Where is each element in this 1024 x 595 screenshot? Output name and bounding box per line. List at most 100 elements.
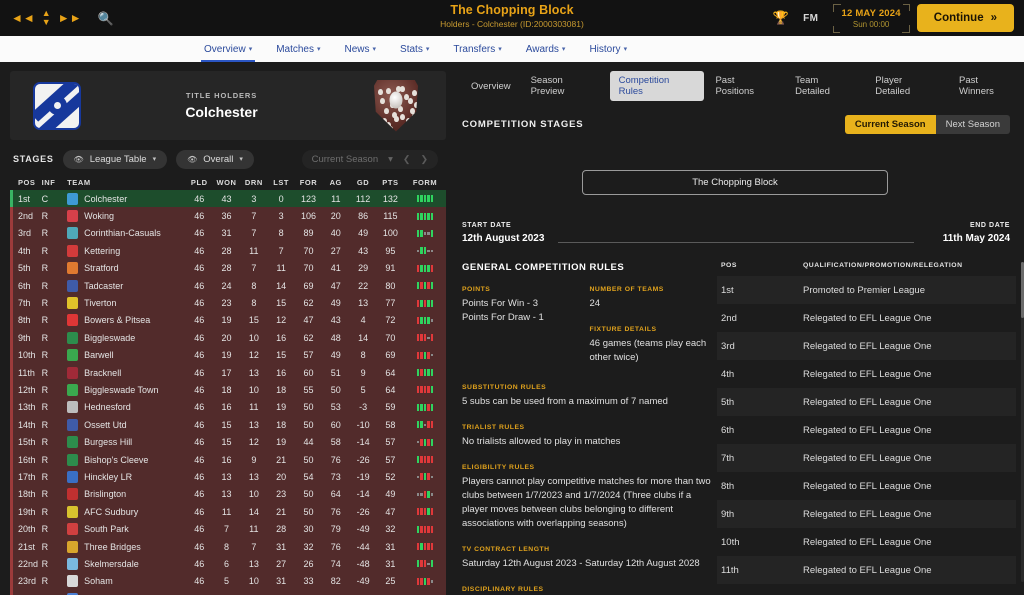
column-header-gd[interactable]: GD: [349, 178, 376, 187]
club-badge-icon: [67, 314, 79, 327]
view-selector-dropdown[interactable]: 👁 League Table ▾: [62, 149, 168, 169]
trophy-icon[interactable]: 🏆: [773, 10, 789, 26]
table-row[interactable]: 22nd R Skelmersdale 46 6 13 27 26 74 -48 31: [10, 555, 446, 573]
column-header-team[interactable]: TEAM: [67, 178, 185, 187]
nav-item-awards[interactable]: Awards ▾: [514, 36, 578, 62]
up-down-icon[interactable]: ▲ ▼: [42, 9, 51, 27]
cell-team[interactable]: Corinthian-Casuals: [67, 227, 185, 240]
cell-team[interactable]: Bishop's Cleeve: [67, 453, 185, 466]
table-row[interactable]: 23rd R Soham 46 5 10 31 33 82 -49 25: [10, 572, 446, 591]
chevron-down-icon[interactable]: ▾: [388, 154, 393, 165]
nav-item-matches[interactable]: Matches ▾: [264, 36, 332, 62]
table-row[interactable]: 15th R Burgess Hill 46 15 12 19 44 58 -14 57: [10, 433, 446, 452]
column-header-pts[interactable]: PTS: [377, 178, 404, 187]
column-header-for[interactable]: FOR: [295, 178, 322, 187]
cell-team[interactable]: AFC Sudbury: [67, 505, 185, 518]
cell-team[interactable]: Burgess Hill: [67, 436, 185, 449]
cell-team[interactable]: Tiverton: [67, 297, 185, 310]
cell-team[interactable]: Ossett Utd: [67, 418, 185, 431]
cell-team[interactable]: South Park: [67, 523, 185, 536]
tab-player-detailed[interactable]: Player Detailed: [866, 71, 948, 101]
rewind-icon[interactable]: ◄◄: [11, 12, 35, 24]
cell-pld: 46: [194, 315, 205, 326]
scope-selector-dropdown[interactable]: 👁 Overall ▾: [176, 149, 254, 169]
tab-past-winners[interactable]: Past Winners: [950, 71, 1024, 101]
nav-item-history[interactable]: History ▾: [577, 36, 639, 62]
nav-item-label: Stats: [400, 43, 423, 55]
cell-drn: 13: [248, 471, 259, 482]
cell-team[interactable]: Brislington: [67, 488, 185, 501]
column-header-form[interactable]: FORM: [404, 174, 446, 190]
column-header-ag[interactable]: AG: [322, 178, 349, 187]
cell-info: R: [41, 315, 49, 326]
cell-team[interactable]: Soham: [67, 575, 185, 588]
next-season-button[interactable]: Next Season: [935, 115, 1010, 134]
cell-team[interactable]: Barwell: [67, 349, 185, 362]
cell-team[interactable]: Hednesford: [67, 401, 185, 414]
column-header-lst[interactable]: LST: [268, 178, 295, 187]
tab-overview[interactable]: Overview: [462, 77, 520, 96]
cell-team[interactable]: Tadcaster: [67, 279, 185, 292]
table-row[interactable]: 6th R Tadcaster 46 24 8 14 69 47 22 80: [10, 276, 446, 295]
cell-team[interactable]: Bowers & Pitsea: [67, 314, 185, 327]
cell-team[interactable]: Skelmersdale: [67, 557, 185, 570]
nav-item-overview[interactable]: Overview ▾: [192, 36, 264, 62]
tab-past-positions[interactable]: Past Positions: [706, 71, 784, 101]
column-header-pos[interactable]: POS: [10, 178, 42, 187]
cell-pld: 46: [194, 471, 205, 482]
cell-team[interactable]: Kettering: [67, 244, 185, 257]
table-row[interactable]: 10th R Barwell 46 19 12 15 57 49 8 69: [10, 346, 446, 365]
table-row[interactable]: 17th R Hinckley LR 46 13 13 20 54 73 -19 52: [10, 468, 446, 487]
table-row[interactable]: 4th R Kettering 46 28 11 7 70 27 43 95: [10, 242, 446, 260]
column-header-inf[interactable]: INF: [42, 178, 68, 187]
table-row[interactable]: 18th R Brislington 46 13 10 23 50 64 -14 49: [10, 485, 446, 504]
prev-season-button[interactable]: ❮: [403, 154, 411, 165]
cell-team[interactable]: Hinckley LR: [67, 470, 185, 483]
next-season-button[interactable]: ❯: [420, 154, 428, 165]
current-season-button[interactable]: Current Season: [844, 115, 936, 134]
nav-item-news[interactable]: News ▾: [333, 36, 389, 62]
form-indicator-l: [420, 508, 423, 516]
table-row[interactable]: 2nd R Woking 46 36 7 3 106 20 86 115: [10, 207, 446, 226]
search-icon[interactable]: 🔍: [97, 12, 113, 25]
tab-season-preview[interactable]: Season Preview: [522, 71, 608, 101]
cell-team[interactable]: Woking: [67, 210, 185, 223]
table-row[interactable]: 8th R Bowers & Pitsea 46 19 15 12 47 43 4 72: [10, 311, 446, 330]
table-row[interactable]: 20th R South Park 46 7 11 28 30 79 -49 32: [10, 520, 446, 539]
table-row[interactable]: 1st C Colchester 46 43 3 0 123 11 112 132: [10, 190, 446, 208]
table-row[interactable]: 14th R Ossett Utd 46 15 13 18 50 60 -10 58: [10, 416, 446, 434]
continue-button[interactable]: Continue »: [916, 4, 1014, 32]
tab-competition-rules[interactable]: Competition Rules: [609, 71, 705, 101]
table-row[interactable]: 16th R Bishop's Cleeve 46 16 9 21 50 76 -26 57: [10, 450, 446, 469]
fast-forward-icon[interactable]: ►►: [58, 12, 82, 24]
cell-team[interactable]: Bracknell: [67, 366, 185, 379]
season-selector-label[interactable]: Current Season: [312, 154, 379, 165]
table-row[interactable]: 11th R Bracknell 46 17 13 16 60 51 9 64: [10, 363, 446, 382]
column-header-won[interactable]: WON: [213, 178, 240, 187]
tab-team-detailed[interactable]: Team Detailed: [786, 71, 864, 101]
cell-team[interactable]: Biggleswade Town: [67, 383, 185, 396]
column-header-drn[interactable]: DRN: [240, 178, 267, 187]
cell-for: 50: [303, 454, 314, 465]
table-row[interactable]: 3rd R Corinthian-Casuals 46 31 7 8 89 40 49 100: [10, 224, 446, 243]
nav-item-transfers[interactable]: Transfers ▾: [441, 36, 513, 62]
cell-lst: 3: [278, 211, 284, 222]
stage-node[interactable]: The Chopping Block: [582, 170, 888, 195]
table-row[interactable]: 5th R Stratford 46 28 7 11 70 41 29 91: [10, 259, 446, 278]
table-row[interactable]: 7th R Tiverton 46 23 8 15 62 49 13 77: [10, 294, 446, 313]
cell-team[interactable]: Colchester: [67, 192, 185, 205]
table-row[interactable]: 13th R Hednesford 46 16 11 19 50 53 -3 59: [10, 398, 446, 417]
table-row[interactable]: 24thRYaxley46163918110-929: [10, 589, 446, 595]
table-row[interactable]: 21st R Three Bridges 46 8 7 31 32 76 -44 31: [10, 537, 446, 556]
cell-team[interactable]: Stratford: [67, 262, 185, 275]
qualification-position: 7th: [721, 452, 735, 464]
cell-team[interactable]: Three Bridges: [67, 540, 185, 553]
cell-team[interactable]: Biggleswade: [67, 331, 185, 344]
table-row[interactable]: 12th R Biggleswade Town 46 18 10 18 55 50 5 64: [10, 381, 446, 400]
chevron-down-icon: ▾: [498, 46, 502, 53]
column-header-pld[interactable]: PLD: [186, 178, 213, 187]
table-row[interactable]: 9th R Biggleswade 46 20 10 16 62 48 14 70: [10, 329, 446, 347]
nav-item-stats[interactable]: Stats ▾: [388, 36, 441, 62]
cell-ag: 20: [330, 211, 341, 222]
table-row[interactable]: 19th R AFC Sudbury 46 11 14 21 50 76 -26 47: [10, 503, 446, 521]
